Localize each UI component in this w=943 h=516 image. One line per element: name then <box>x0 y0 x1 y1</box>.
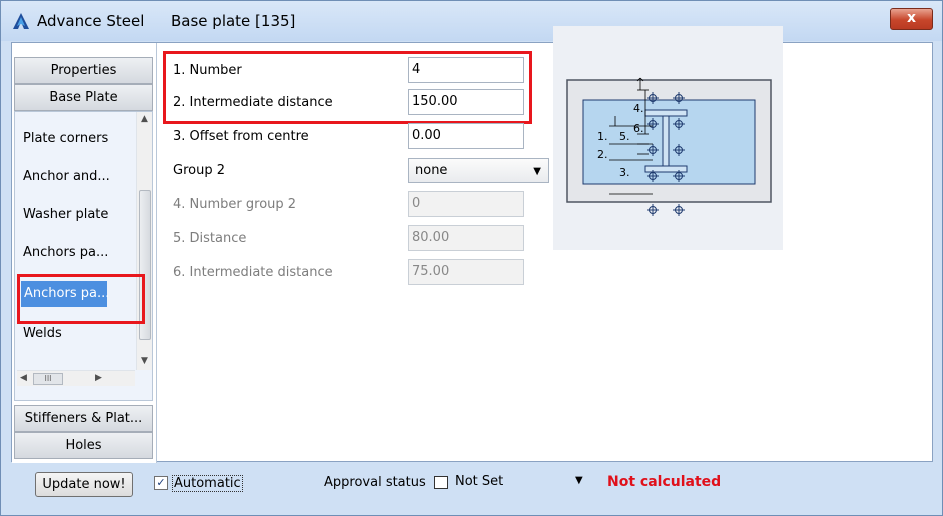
anchor-diagram-svg: 4. 6. 1. 5. 2. 3. <box>553 26 783 250</box>
diagram-label-6: 6. <box>633 122 644 135</box>
label-distance: 5. Distance <box>173 231 247 246</box>
close-button[interactable]: x <box>890 8 933 30</box>
label-group2: Group 2 <box>173 163 225 178</box>
nav-vertical-scrollbar[interactable]: ▲ ▼ <box>136 112 152 370</box>
nav-button-holes[interactable]: Holes <box>14 432 153 459</box>
column-web <box>662 115 670 167</box>
group2-value: none <box>415 163 448 178</box>
nav-button-base-plate[interactable]: Base Plate <box>14 84 153 111</box>
nav-item-anchors-pattern-1[interactable]: Anchors pa... <box>23 240 133 266</box>
label-intermediate-distance-2: 6. Intermediate distance <box>173 265 333 280</box>
window-title: Base plate [135] <box>171 12 296 30</box>
automatic-label[interactable]: Automatic <box>172 475 243 492</box>
update-now-button[interactable]: Update now! <box>35 472 133 497</box>
diagram-label-1: 1. <box>597 130 608 143</box>
nav-item-anchor-and[interactable]: Anchor and... <box>23 164 133 190</box>
group2-dropdown[interactable]: none ▼ <box>408 158 549 183</box>
offset-from-centre-field[interactable]: 0.00 <box>408 123 524 149</box>
anchor-layout-diagram: 4. 6. 1. 5. 2. 3. <box>553 26 783 250</box>
close-icon: x <box>906 10 917 26</box>
column-flange-top <box>644 109 688 117</box>
label-offset-from-centre: 3. Offset from centre <box>173 129 309 144</box>
scroll-down-icon[interactable]: ▼ <box>141 356 148 366</box>
nav-sublist: Plate corners Anchor and... Washer plate… <box>14 111 153 401</box>
advance-steel-logo-icon <box>13 13 29 29</box>
chevron-down-icon: ▼ <box>575 475 583 486</box>
nav-item-welds[interactable]: Welds <box>23 321 133 347</box>
highlight-pattern-fields <box>163 51 532 124</box>
calculation-status: Not calculated <box>607 474 722 490</box>
distance-field: 80.00 <box>408 225 524 251</box>
scroll-up-icon[interactable]: ▲ <box>141 114 148 124</box>
nav-button-properties[interactable]: Properties <box>14 57 153 84</box>
dialog-footer: Update now! ✓ Automatic Approval status … <box>11 463 933 503</box>
left-navigation: Properties Base Plate Plate corners Anch… <box>12 43 157 463</box>
number-group2-field: 0 <box>408 191 524 217</box>
column-flange-bottom <box>644 165 688 173</box>
highlight-nav-selection <box>17 274 145 324</box>
approval-swatch-icon <box>434 476 448 489</box>
automatic-checkbox[interactable]: ✓ <box>154 476 168 490</box>
diagram-label-5: 5. <box>619 130 630 143</box>
title-bar[interactable]: Advance Steel Base plate [135] x <box>1 1 942 41</box>
scroll-left-icon[interactable]: ◀ <box>20 373 27 383</box>
nav-horizontal-scrollbar[interactable]: ◀ III ▶ <box>17 370 135 386</box>
scroll-right-icon[interactable]: ▶ <box>95 373 102 383</box>
approval-status-label: Approval status <box>324 475 426 490</box>
dialog-window: Advance Steel Base plate [135] x Propert… <box>0 0 943 516</box>
app-name: Advance Steel <box>37 12 145 30</box>
approval-status-dropdown[interactable]: Not Set ▼ <box>433 473 591 495</box>
diagram-label-2: 2. <box>597 148 608 161</box>
diagram-label-4: 4. <box>633 102 644 115</box>
checkmark-icon: ✓ <box>156 476 166 489</box>
label-number-group2: 4. Number group 2 <box>173 197 297 212</box>
hscroll-thumb[interactable]: III <box>33 373 63 385</box>
nav-item-plate-corners[interactable]: Plate corners <box>23 126 133 152</box>
nav-button-stiffeners[interactable]: Stiffeners & Plat... <box>14 405 153 432</box>
intermediate-distance-2-field: 75.00 <box>408 259 524 285</box>
approval-status-value: Not Set <box>455 474 504 489</box>
chevron-down-icon: ▼ <box>533 166 541 177</box>
diagram-label-3: 3. <box>619 166 630 179</box>
nav-item-washer-plate[interactable]: Washer plate <box>23 202 133 228</box>
